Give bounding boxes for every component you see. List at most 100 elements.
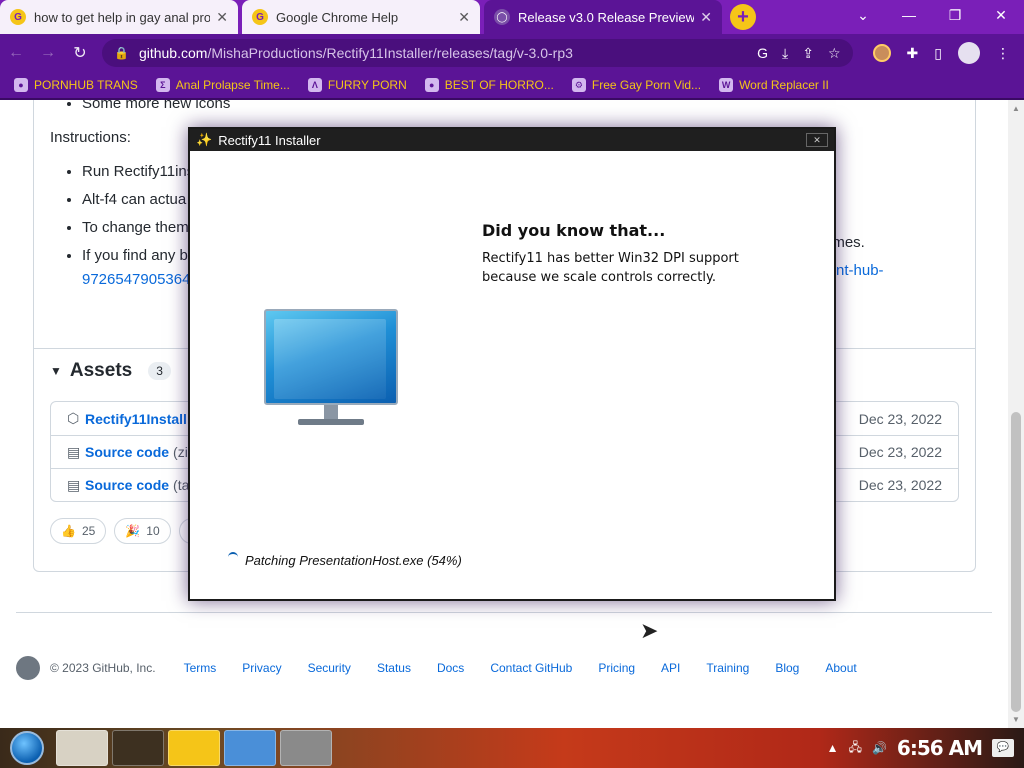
tab-0[interactable]: G how to get help in gay anal prol ✕ bbox=[0, 0, 238, 34]
asset-name[interactable]: Rectify11Install bbox=[85, 411, 187, 427]
notes-list-top: Some more new icons bbox=[82, 100, 230, 118]
clock[interactable]: 6:56 AM bbox=[897, 736, 983, 760]
install-status: Patching PresentationHost.exe (54%) bbox=[245, 553, 462, 568]
taskbar-app[interactable] bbox=[168, 730, 220, 766]
page-scrollbar[interactable]: ▲ ▼ bbox=[1008, 100, 1024, 728]
url-path: /MishaProductions/Rectify11Installer/rel… bbox=[207, 45, 573, 61]
reaction-thumbs-up[interactable]: 👍 25 bbox=[50, 518, 107, 544]
taskbar-app[interactable] bbox=[280, 730, 332, 766]
scroll-up-icon[interactable]: ▲ bbox=[1008, 104, 1024, 113]
new-tab-button[interactable]: + bbox=[730, 4, 756, 30]
omnibox-icons: G ⤓ ⇪ ☆ bbox=[757, 45, 840, 62]
footer-link[interactable]: Privacy bbox=[242, 661, 281, 675]
close-icon[interactable]: ✕ bbox=[216, 9, 228, 26]
reaction-hooray[interactable]: 🎉 10 bbox=[114, 518, 171, 544]
scroll-down-icon[interactable]: ▼ bbox=[1008, 715, 1024, 724]
site-footer: © 2023 GitHub, Inc. Terms Privacy Securi… bbox=[16, 656, 857, 680]
network-icon[interactable]: 🖧 bbox=[849, 738, 862, 759]
url-host: github.com bbox=[138, 45, 208, 61]
asset-name[interactable]: Source code bbox=[85, 477, 169, 493]
sigma-icon: Σ bbox=[155, 78, 170, 92]
circle-icon: ● bbox=[424, 78, 439, 92]
profile-avatar[interactable] bbox=[958, 42, 980, 64]
github-logo-icon[interactable] bbox=[16, 656, 40, 680]
footer-link[interactable]: Pricing bbox=[598, 661, 635, 675]
window-controls: ⌄ — ❐ ✕ bbox=[840, 0, 1024, 30]
tab-2[interactable]: ◯ Release v3.0 Release Preview 3 ✕ bbox=[484, 0, 722, 34]
tab-strip: G how to get help in gay anal prol ✕ G G… bbox=[0, 0, 1024, 34]
google-icon: G bbox=[252, 9, 268, 25]
notes-link-fragment[interactable]: nt-hub- bbox=[836, 262, 884, 279]
bookmark-item[interactable]: W Word Replacer II bbox=[719, 78, 829, 92]
footer-link[interactable]: Security bbox=[308, 661, 351, 675]
google-lens-icon[interactable]: G bbox=[757, 45, 768, 62]
asset-name[interactable]: Source code bbox=[85, 444, 169, 460]
assets-toggle[interactable]: ▼ Assets 3 bbox=[50, 360, 171, 382]
close-window-icon[interactable]: ✕ bbox=[978, 0, 1024, 30]
bookmark-star-icon[interactable]: ☆ bbox=[828, 45, 841, 62]
tab-search-icon[interactable]: ⌄ bbox=[840, 0, 886, 30]
bookmark-label: Word Replacer II bbox=[739, 78, 829, 92]
notes-bullet: Some more new icons bbox=[82, 100, 230, 118]
dialog-title: Rectify11 Installer bbox=[218, 132, 321, 148]
scrollbar-thumb[interactable] bbox=[1011, 412, 1021, 712]
footer-link[interactable]: Training bbox=[706, 661, 749, 675]
footer-link[interactable]: Docs bbox=[437, 661, 464, 675]
loading-spinner-icon bbox=[228, 552, 238, 562]
extension-avatar-icon[interactable] bbox=[872, 44, 891, 62]
bookmark-item[interactable]: ● BEST OF HORRO... bbox=[424, 78, 554, 92]
installer-dialog: ✨ Rectify11 Installer ✕ Did you know tha… bbox=[188, 127, 836, 601]
browser-toolbar: ← → ↻ 🔒 github.com/MishaProductions/Rect… bbox=[0, 34, 1024, 72]
footer-link[interactable]: API bbox=[661, 661, 680, 675]
reload-icon[interactable]: ↻ bbox=[64, 43, 96, 63]
dialog-close-button[interactable]: ✕ bbox=[806, 133, 828, 147]
close-icon[interactable]: ✕ bbox=[458, 9, 470, 26]
start-button[interactable] bbox=[10, 731, 44, 765]
share-icon[interactable]: ⇪ bbox=[802, 45, 814, 62]
bookmarks-bar: ● PORNHUB TRANS Σ Anal Prolapse Time... ΛF… bbox=[0, 72, 1024, 100]
taskbar-app[interactable] bbox=[56, 730, 108, 766]
file-zip-icon: ▤ bbox=[67, 443, 81, 460]
bookmark-item[interactable]: ● PORNHUB TRANS bbox=[14, 78, 138, 92]
install-app-icon[interactable]: ⤓ bbox=[782, 45, 788, 62]
forward-icon[interactable]: → bbox=[32, 44, 64, 62]
tab-title: Google Chrome Help bbox=[276, 9, 399, 25]
footer-link[interactable]: Contact GitHub bbox=[490, 661, 572, 675]
extensions-puzzle-icon[interactable]: ✚ bbox=[907, 45, 919, 62]
footer-link[interactable]: About bbox=[825, 661, 856, 675]
taskbar-app[interactable] bbox=[112, 730, 164, 766]
back-icon[interactable]: ← bbox=[0, 44, 32, 62]
menu-kebab-icon[interactable]: ⋮ bbox=[996, 45, 1010, 62]
taskbar-app[interactable] bbox=[224, 730, 276, 766]
lock-icon[interactable]: 🔒 bbox=[114, 46, 129, 60]
volume-icon[interactable]: 🔊 bbox=[872, 741, 887, 755]
assets-count: 3 bbox=[148, 362, 171, 380]
tip-text: Rectify11 has better Win32 DPI support b… bbox=[482, 251, 739, 285]
bookmark-item[interactable]: ⚙ Free Gay Porn Vid... bbox=[571, 78, 701, 92]
footer-links: Terms Privacy Security Status Docs Conta… bbox=[184, 661, 857, 675]
dialog-titlebar[interactable]: ✨ Rectify11 Installer ✕ bbox=[190, 129, 834, 151]
bookmark-item[interactable]: Λ FURRY PORN bbox=[307, 78, 407, 92]
footer-link[interactable]: Status bbox=[377, 661, 411, 675]
restore-icon[interactable]: ❐ bbox=[932, 0, 978, 30]
notification-icon[interactable]: 💬 bbox=[992, 739, 1014, 757]
tray-expand-icon[interactable]: ▲ bbox=[827, 741, 839, 755]
bookmark-item[interactable]: Σ Anal Prolapse Time... bbox=[155, 78, 290, 92]
reaction-count: 10 bbox=[146, 524, 160, 538]
bookmark-label: FURRY PORN bbox=[327, 78, 407, 92]
close-icon[interactable]: ✕ bbox=[700, 9, 712, 26]
gear-icon: ⚙ bbox=[571, 78, 586, 92]
github-icon: ◯ bbox=[494, 9, 510, 25]
address-bar[interactable]: 🔒 github.com/MishaProductions/Rectify11I… bbox=[102, 39, 853, 67]
triangle-down-icon: ▼ bbox=[50, 364, 62, 378]
footer-link[interactable]: Terms bbox=[184, 661, 217, 675]
footer-link[interactable]: Blog bbox=[775, 661, 799, 675]
sparkle-icon: ✨ bbox=[196, 132, 213, 147]
copyright: © 2023 GitHub, Inc. bbox=[50, 661, 156, 675]
minimize-icon[interactable]: — bbox=[886, 0, 932, 30]
tab-1[interactable]: G Google Chrome Help ✕ bbox=[242, 0, 480, 34]
asset-date: Dec 23, 2022 bbox=[858, 410, 942, 427]
bookmark-label: PORNHUB TRANS bbox=[34, 78, 138, 92]
side-panel-icon[interactable]: ▯ bbox=[934, 45, 942, 62]
system-tray: ▲ 🖧 🔊 6:56 AM 💬 bbox=[827, 736, 1024, 760]
